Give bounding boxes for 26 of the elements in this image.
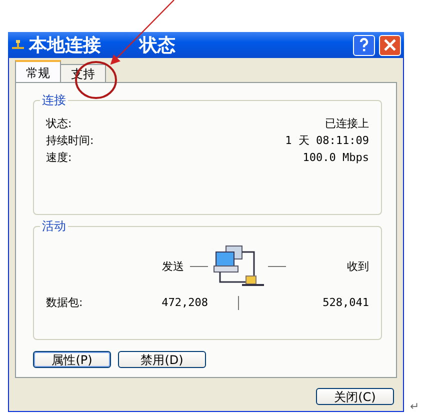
tab[interactable]: 常规 <box>15 60 61 82</box>
help-icon <box>359 38 369 52</box>
network-computers-icon <box>212 244 264 288</box>
field-value: 1 天 08:11:09 <box>285 133 369 149</box>
packets-label: 数据包: <box>46 295 84 310</box>
group-title: 活动 <box>40 218 68 235</box>
close-icon <box>384 39 396 51</box>
field-label: 状态: <box>46 116 72 132</box>
close-dialog-button[interactable]: 关闭(C) <box>316 388 394 405</box>
close-button[interactable] <box>379 34 401 56</box>
sent-count: 472,208 <box>160 296 208 309</box>
help-button[interactable] <box>353 34 375 56</box>
paragraph-mark: ↵ <box>410 400 420 413</box>
field-label: 持续时间: <box>46 133 94 149</box>
dialog-button[interactable]: 禁用(D) <box>118 351 206 368</box>
window-title: 本地连接 状态 <box>29 34 176 57</box>
received-label: 收到 <box>347 258 369 274</box>
group-title: 连接 <box>40 92 68 109</box>
network-icon <box>11 40 25 50</box>
field-label: 速度: <box>46 150 72 166</box>
field-value: 100.0 Mbps <box>302 150 369 166</box>
dialog-button[interactable]: 属性(P) <box>33 351 111 368</box>
field-value: 已连接上 <box>325 116 369 132</box>
annotation-arrow <box>110 0 174 65</box>
sent-label: 发送 <box>162 258 184 274</box>
received-count: 528,041 <box>322 296 369 309</box>
